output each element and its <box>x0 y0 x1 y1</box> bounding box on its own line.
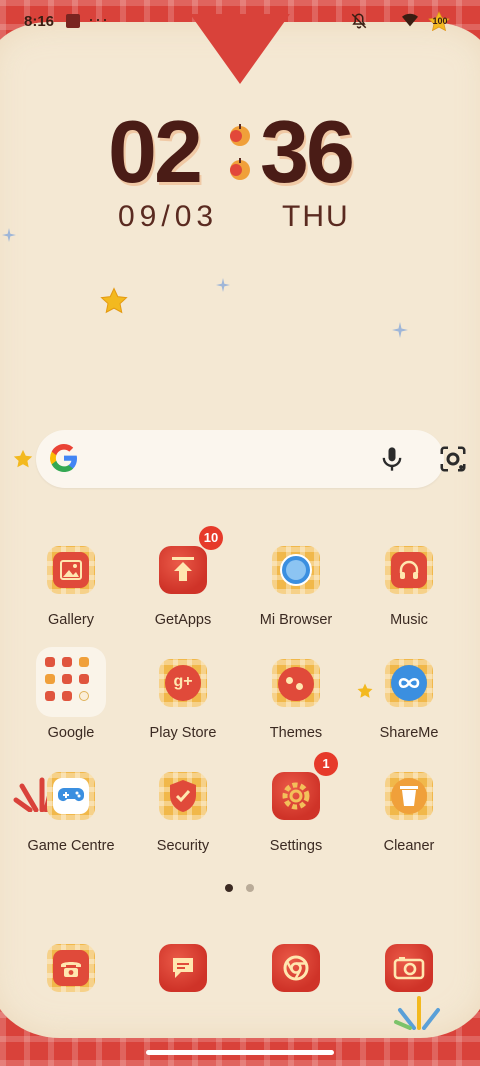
gesture-home-bar[interactable] <box>146 1050 334 1055</box>
play-store-icon: g+ <box>159 659 207 707</box>
app-music[interactable]: Music <box>353 546 465 646</box>
app-themes[interactable]: Themes <box>240 659 352 759</box>
security-shield-icon <box>159 772 207 820</box>
app-play-store[interactable]: g+ Play Store <box>127 659 239 759</box>
app-label: Cleaner <box>383 838 435 854</box>
sparkle-icon <box>2 228 16 242</box>
star-decoration-icon <box>13 449 33 468</box>
app-getapps[interactable]: 10 GetApps <box>127 526 239 646</box>
dock-camera[interactable] <box>385 944 433 992</box>
app-label: Game Centre <box>27 838 115 854</box>
camera-icon <box>393 957 425 980</box>
dock-phone[interactable] <box>47 944 95 992</box>
app-gallery[interactable]: Gallery <box>15 546 127 646</box>
app-shareme[interactable]: ShareMe <box>353 659 465 759</box>
getapps-icon <box>159 546 207 594</box>
app-cleaner[interactable]: Cleaner <box>353 772 465 872</box>
clock-minutes: 36 <box>260 102 355 201</box>
microphone-icon[interactable] <box>378 445 406 473</box>
music-icon <box>385 546 433 594</box>
google-logo-icon <box>50 444 77 472</box>
clock-widget[interactable]: 02 36 <box>108 108 372 198</box>
status-bar: 8:16 ··· 100 <box>0 0 480 44</box>
folder-label: Google <box>47 725 95 741</box>
google-search-bar[interactable] <box>36 430 466 488</box>
mute-icon <box>351 13 367 29</box>
app-label: Settings <box>269 838 323 854</box>
app-label: Play Store <box>149 725 217 741</box>
app-label: GetApps <box>154 612 212 628</box>
dock-messaging[interactable] <box>159 944 207 992</box>
clock-hours: 02 <box>108 102 203 201</box>
status-time: 8:16 <box>24 13 55 30</box>
app-label: Mi Browser <box>259 612 333 628</box>
wifi-icon <box>402 13 418 27</box>
game-controller-icon <box>47 772 95 820</box>
notification-badge: 10 <box>199 526 223 550</box>
themes-icon <box>272 659 320 707</box>
page-dot[interactable] <box>246 884 254 892</box>
page-indicator[interactable] <box>225 884 257 892</box>
browser-icon <box>272 546 320 594</box>
folder-contents <box>45 657 97 709</box>
settings-gear-icon <box>272 772 320 820</box>
more-notifications-indicator: ··· <box>88 9 109 29</box>
folder-google[interactable]: Google <box>15 647 127 759</box>
screen-record-icon <box>66 14 80 28</box>
page-dot-active[interactable] <box>225 884 233 892</box>
clock-day: THU <box>282 200 350 233</box>
chrome-icon <box>283 955 309 981</box>
search-input[interactable] <box>92 442 366 478</box>
app-label: Music <box>390 612 428 628</box>
sparkle-icon <box>216 278 230 292</box>
notification-badge: 1 <box>314 752 338 776</box>
gallery-icon <box>47 546 95 594</box>
sparkle-icon <box>392 322 408 338</box>
dock-chrome[interactable] <box>272 944 320 992</box>
clock-date: 09/03 <box>118 200 219 233</box>
app-game-centre[interactable]: Game Centre <box>15 772 127 872</box>
app-label: ShareMe <box>379 725 439 741</box>
app-security[interactable]: Security <box>127 772 239 872</box>
battery-level: 100 <box>432 16 448 26</box>
app-mi-browser[interactable]: Mi Browser <box>240 546 352 646</box>
messaging-icon <box>173 958 193 978</box>
app-settings[interactable]: 1 Settings <box>240 752 352 872</box>
shareme-icon <box>385 659 433 707</box>
firework-icon <box>394 996 440 1030</box>
star-decoration-icon <box>100 287 128 314</box>
cleaner-bin-icon <box>385 772 433 820</box>
app-label: Themes <box>269 725 323 741</box>
google-lens-icon[interactable] <box>438 444 468 474</box>
app-label: Security <box>156 838 210 854</box>
app-label: Gallery <box>48 612 94 628</box>
apple-colon-icon <box>230 124 250 180</box>
